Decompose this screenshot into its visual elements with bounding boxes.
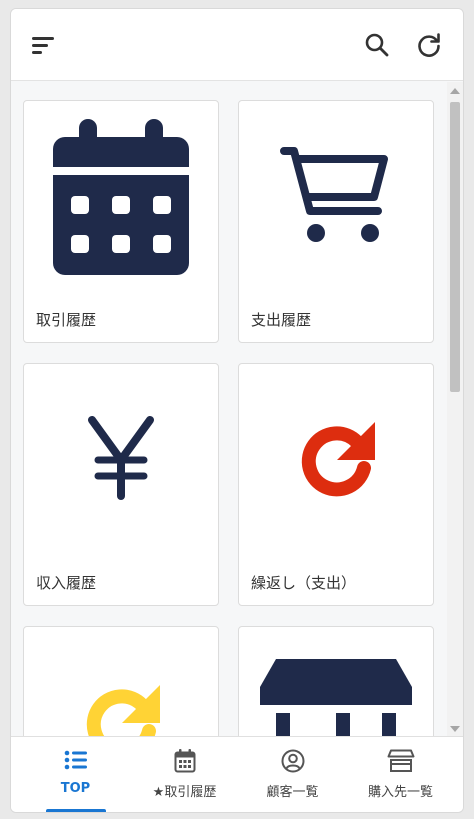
nav-label: ★取引履歴 [152,785,217,800]
card-recurring-expense[interactable]: 繰返し（支出） [238,363,434,606]
scroll-down-arrow-icon[interactable] [450,726,460,732]
card-store[interactable] [238,626,434,738]
card-income-history[interactable]: 収入履歴 [23,363,219,606]
card-recurring-income[interactable] [23,626,219,738]
card-label: 支出履歴 [251,311,312,329]
nav-supplier-list[interactable]: 購入先一覧 [344,737,457,812]
list-icon [64,750,87,770]
refresh-icon [418,33,440,57]
card-label: 取引履歴 [36,311,97,329]
cart-icon [280,147,388,242]
calendar-icon [174,749,195,773]
search-button[interactable] [359,27,395,63]
nav-label: 購入先一覧 [367,785,433,800]
scrollbar-thumb[interactable] [450,102,460,392]
bottom-navigation: TOP ★取引履歴 顧客一覧 購入先一覧 [11,736,463,812]
redo-icon [86,685,160,738]
active-tab-indicator [46,809,106,812]
store-icon [387,749,414,772]
card-label: 収入履歴 [36,574,97,592]
nav-label: 顧客一覧 [266,785,319,800]
yen-icon [88,416,154,500]
redo-icon [301,422,375,497]
scroll-up-arrow-icon[interactable] [450,88,460,94]
card-label: 繰返し（支出） [251,574,357,592]
user-circle-icon [281,749,304,773]
search-icon [365,33,389,57]
scrollbar[interactable] [447,82,463,738]
nav-top[interactable]: TOP [19,737,132,812]
card-expense-history[interactable]: 支出履歴 [238,100,434,343]
store-icon [260,659,412,738]
nav-label: TOP [60,781,91,796]
menu-button[interactable] [25,27,61,63]
refresh-button[interactable] [411,27,447,63]
nav-customer-list[interactable]: 顧客一覧 [236,737,349,812]
sort-lines-icon [32,37,54,54]
app-frame: 取引履歴 支出履歴 収入履歴 繰返し（支出） TOP ★取引履歴 顧客一覧 購入… [10,8,464,813]
card-transaction-history[interactable]: 取引履歴 [23,100,219,343]
nav-transaction-history[interactable]: ★取引履歴 [128,737,241,812]
menu-grid: 取引履歴 支出履歴 収入履歴 繰返し（支出） [11,82,463,738]
calendar-icon [53,119,189,275]
app-header [11,9,463,81]
